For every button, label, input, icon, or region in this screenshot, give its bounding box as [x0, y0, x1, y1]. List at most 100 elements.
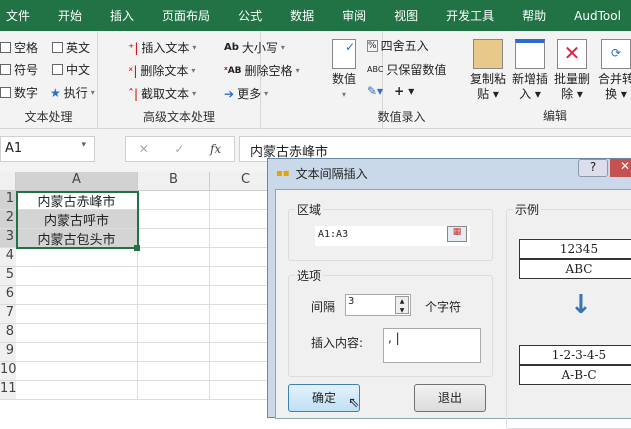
text-interval-insert-dialog: ▪▪ 文本间隔插入 ? ✕ 区域 A1:A3 ▦ 选项 间隔 3 ▲ ▼ 个字符 插入… — [267, 158, 631, 429]
group-label: 文本处理 — [24, 110, 73, 124]
extract-text-icon: ˆ| — [128, 86, 139, 101]
ribbon-tabs: 文件 开始 插入 页面布局 公式 数据 审阅 视图 开发工具 帮助 AudToo… — [0, 0, 631, 31]
cell[interactable] — [16, 267, 138, 286]
help-button[interactable]: ? — [578, 159, 608, 177]
ribbon: 空格 英文 符号 中文 数字 ★ 执行 ▾ 文本处理 ⁺| 插入文本 ▾ ˣ| 删除文本 ▾… — [0, 31, 631, 129]
group-label: 高级文本处理 — [142, 110, 215, 124]
row-header[interactable]: 4 — [0, 248, 16, 267]
row-header[interactable]: 1 — [0, 191, 16, 210]
cell[interactable] — [138, 267, 210, 286]
cell[interactable] — [16, 343, 138, 362]
cell[interactable] — [138, 210, 210, 229]
dialog-title: 文本间隔插入 — [295, 167, 368, 181]
cell[interactable] — [138, 248, 210, 267]
row-header[interactable]: 10 — [0, 362, 17, 381]
merge-convert-button[interactable]: ⟳ 合并转换 ▾ — [598, 39, 631, 102]
select-all[interactable] — [0, 172, 16, 191]
checkbox-number[interactable]: 数字 — [0, 84, 38, 101]
selection-border — [16, 191, 139, 249]
app-icon: ▪▪ — [276, 168, 290, 179]
insert-text-button[interactable]: ⁺| 插入文本 ▾ — [128, 39, 196, 56]
cell[interactable] — [138, 362, 210, 381]
row-header[interactable]: 7 — [0, 305, 16, 324]
cell[interactable] — [138, 286, 210, 305]
extract-text-button[interactable]: ˆ| 截取文本 ▾ — [128, 85, 196, 102]
cell[interactable] — [138, 381, 210, 400]
interval-stepper[interactable]: 3 ▲ ▼ — [345, 294, 411, 316]
row-header[interactable]: 6 — [0, 286, 16, 305]
execute-button[interactable]: ★ 执行 ▾ — [50, 84, 95, 101]
exit-button[interactable]: 退出 — [414, 384, 486, 412]
cell[interactable] — [138, 343, 210, 362]
checkbox-english[interactable]: 英文 — [52, 39, 90, 56]
tab-formulas[interactable]: 公式 — [232, 7, 262, 24]
row-header[interactable]: 5 — [0, 267, 16, 286]
delete-grid-icon: ✕ — [557, 39, 587, 69]
cancel-icon[interactable]: ✕ — [139, 142, 149, 156]
case-icon: Ab — [224, 42, 239, 53]
tab-home[interactable]: 开始 — [52, 7, 82, 24]
group-label: 数值录入 — [377, 110, 426, 124]
fill-handle[interactable] — [134, 245, 140, 251]
tab-help[interactable]: 帮助 — [516, 7, 546, 24]
numeric-button[interactable]: ✓ 数值 ▾ — [329, 39, 359, 102]
insert-content-input[interactable]: , | — [383, 328, 481, 363]
close-button[interactable]: ✕ — [610, 159, 631, 177]
example-before-2: ABC — [519, 259, 631, 279]
tab-review[interactable]: 审阅 — [336, 7, 366, 24]
cell[interactable] — [16, 305, 138, 324]
group-advanced-text: ⁺| 插入文本 ▾ ˣ| 删除文本 ▾ ˆ| 截取文本 ▾ Ab 大小写 ▾ ˣAB 删除空格 ▾ … — [98, 31, 300, 129]
cell[interactable] — [16, 248, 138, 267]
batch-delete-button[interactable]: ✕ 批量删除 ▾ — [554, 39, 590, 102]
spreadsheet-grid: A B C 1 2 3 4 5 6 7 8 9 10 11 内蒙古赤峰市 内蒙古呼市 内蒙古包头市 — [0, 172, 282, 409]
tab-insert[interactable]: 插入 — [104, 7, 134, 24]
checkbox-space[interactable]: 空格 — [0, 39, 38, 56]
group-number-entry: ✓ 数值 ▾ % 四舍五入 ABC 只保留数值 ✎▾ + ▾ 数值录入 — [261, 31, 446, 129]
tab-data[interactable]: 数据 — [284, 7, 314, 24]
interval-label: 间隔 — [311, 300, 336, 314]
checkbox-symbol[interactable]: 符号 — [0, 61, 38, 78]
insert-content-label: 插入内容: — [311, 336, 364, 350]
row-header[interactable]: 8 — [0, 324, 16, 343]
cell[interactable] — [16, 286, 138, 305]
column-header-a[interactable]: A — [16, 172, 138, 191]
row-header[interactable]: 11 — [0, 381, 17, 400]
cell[interactable] — [16, 324, 138, 343]
name-box[interactable]: A1 ▾ — [0, 136, 95, 162]
tab-file[interactable]: 文件 — [0, 7, 30, 24]
cell[interactable] — [138, 191, 210, 210]
delete-text-icon: ˣ| — [128, 63, 138, 78]
column-header-b[interactable]: B — [138, 172, 210, 191]
row-header[interactable]: 3 — [0, 229, 16, 248]
tab-audtool[interactable]: AudTool — [568, 9, 621, 23]
example-before-1: 12345 — [519, 239, 631, 259]
cell[interactable] — [16, 362, 138, 381]
keep-numbers-button[interactable]: ABC 只保留数值 — [367, 61, 446, 78]
tab-view[interactable]: 视图 — [388, 7, 418, 24]
cell[interactable] — [138, 305, 210, 324]
example-after-2: A-B-C — [519, 365, 631, 385]
cell[interactable] — [16, 381, 138, 400]
cell[interactable] — [138, 229, 210, 248]
insert-function-icon[interactable]: fx — [210, 142, 221, 156]
copy-paste-button[interactable]: 复制粘贴 ▾ — [470, 39, 506, 102]
cell[interactable] — [138, 324, 210, 343]
round-button[interactable]: % 四舍五入 — [367, 37, 429, 54]
tab-page-layout[interactable]: 页面布局 — [156, 7, 210, 24]
number-tools-buttons[interactable]: ✎▾ + ▾ — [367, 84, 414, 98]
plus-icon: + ▾ — [394, 84, 415, 98]
checkbox-chinese[interactable]: 中文 — [52, 61, 90, 78]
delete-text-button[interactable]: ˣ| 删除文本 ▾ — [128, 62, 195, 79]
row-header[interactable]: 9 — [0, 343, 16, 362]
enter-icon[interactable]: ✓ — [174, 142, 184, 156]
arrow-right-icon: ➔ — [224, 86, 235, 101]
clipboard-icon — [473, 39, 503, 69]
numeric-icon: ✓ — [332, 39, 356, 69]
add-insert-button[interactable]: 新增插入 ▾ — [512, 39, 548, 102]
arrow-down-icon: ↓ — [570, 290, 592, 320]
range-picker-icon[interactable]: ▦ — [447, 226, 467, 242]
tab-developer[interactable]: 开发工具 — [440, 7, 494, 24]
options-label: 选项 — [295, 267, 324, 284]
interval-unit: 个字符 — [425, 300, 462, 314]
row-header[interactable]: 2 — [0, 210, 16, 229]
